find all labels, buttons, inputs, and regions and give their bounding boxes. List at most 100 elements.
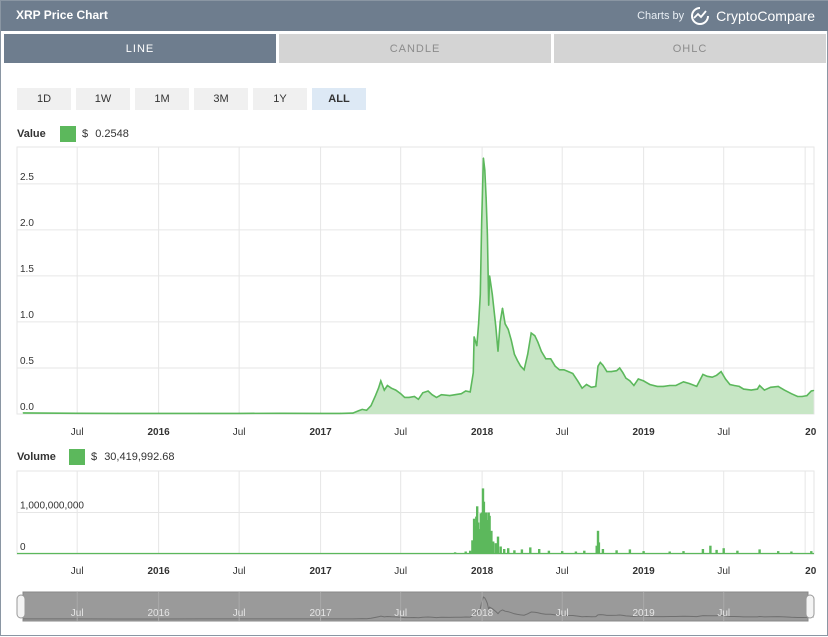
price-data-point — [643, 380, 644, 381]
price-data-point — [484, 169, 485, 170]
price-data-point — [500, 321, 501, 322]
price-data-point — [638, 378, 639, 379]
price-data-point — [505, 323, 506, 324]
price-data-point — [395, 390, 396, 391]
volume-y-tick-label: 1,000,000,000 — [20, 501, 84, 512]
price-y-tick-label: 1.0 — [20, 310, 34, 321]
price-data-point — [619, 367, 620, 368]
price-data-point — [689, 383, 690, 384]
price-data-point — [806, 395, 807, 396]
price-data-point — [404, 397, 405, 398]
price-data-point — [495, 326, 496, 327]
price-data-point — [480, 294, 481, 295]
price-data-point — [461, 393, 462, 394]
volume-x-tick-label: Jul — [233, 566, 246, 577]
price-data-point — [470, 391, 471, 392]
navigator-left-handle[interactable] — [17, 595, 25, 618]
price-data-point — [358, 410, 359, 411]
price-data-point — [712, 377, 713, 378]
price-data-point — [400, 393, 401, 394]
volume-x-tick-label: 2017 — [309, 566, 332, 577]
price-data-point — [629, 380, 630, 381]
price-volume-chart[interactable]: Jul2016Jul2017Jul2018Jul2019Jul200.00.51… — [1, 1, 828, 637]
navigator-tick-label: Jul — [556, 608, 569, 619]
price-y-tick-label: 1.5 — [20, 264, 34, 275]
price-data-point — [422, 392, 423, 393]
volume-bar — [709, 546, 711, 554]
navigator-tick-label: Jul — [717, 608, 730, 619]
price-data-point — [591, 387, 592, 388]
volume-bar — [495, 543, 497, 554]
price-data-point — [657, 386, 658, 387]
price-data-point — [534, 335, 535, 336]
price-data-point — [487, 234, 488, 235]
price-data-point — [725, 378, 726, 379]
price-data-point — [362, 409, 363, 410]
price-data-point — [488, 305, 489, 306]
price-data-point — [550, 358, 551, 359]
price-data-point — [436, 397, 437, 398]
price-data-point — [375, 395, 376, 396]
price-data-point — [606, 371, 607, 372]
price-data-point — [751, 390, 752, 391]
price-data-point — [370, 405, 371, 406]
price-data-point — [527, 354, 528, 355]
price-data-point — [198, 413, 199, 414]
price-data-point — [279, 413, 280, 414]
price-data-point — [663, 386, 664, 387]
price-data-point — [586, 384, 587, 385]
volume-x-tick-label: 2018 — [471, 566, 494, 577]
price-x-tick-label: Jul — [71, 427, 84, 438]
price-data-point — [791, 393, 792, 394]
price-data-point — [707, 376, 708, 377]
price-data-point — [455, 394, 456, 395]
price-data-point — [696, 386, 697, 387]
price-data-point — [418, 399, 419, 400]
price-data-point — [23, 412, 24, 413]
price-data-point — [537, 342, 538, 343]
price-data-point — [784, 390, 785, 391]
price-data-point — [77, 413, 78, 414]
price-data-point — [387, 385, 388, 386]
price-plot-area — [17, 147, 814, 414]
price-y-tick-label: 0.0 — [20, 402, 34, 413]
price-data-point — [582, 388, 583, 389]
price-data-point — [797, 396, 798, 397]
price-data-point — [489, 275, 490, 276]
price-data-point — [320, 413, 321, 414]
price-data-point — [486, 197, 487, 198]
price-data-point — [366, 410, 367, 411]
price-data-point — [649, 384, 650, 385]
range-navigator[interactable] — [17, 592, 814, 621]
price-data-point — [559, 369, 560, 370]
navigator-right-handle[interactable] — [806, 595, 814, 618]
volume-x-tick-label: Jul — [556, 566, 569, 577]
price-data-point — [476, 345, 477, 346]
price-data-point — [597, 366, 598, 367]
price-data-point — [577, 380, 578, 381]
price-data-point — [734, 385, 735, 386]
volume-bar — [492, 542, 494, 555]
volume-x-tick-label: Jul — [394, 566, 407, 577]
price-data-point — [531, 332, 532, 333]
price-data-point — [497, 351, 498, 352]
price-data-point — [572, 373, 573, 374]
price-data-point — [441, 394, 442, 395]
navigator-tick-label: Jul — [394, 608, 407, 619]
price-data-point — [465, 390, 466, 391]
price-data-point — [702, 374, 703, 375]
price-data-point — [541, 351, 542, 352]
volume-bar — [598, 542, 600, 554]
chart-widget: XRP Price Chart Charts by CryptoCompare … — [0, 0, 828, 636]
volume-y-tick-label: 0 — [20, 542, 26, 553]
price-x-tick-label: Jul — [233, 427, 246, 438]
price-data-point — [545, 358, 546, 359]
price-data-point — [568, 371, 569, 372]
price-data-point — [600, 362, 601, 363]
price-data-point — [669, 385, 670, 386]
price-data-point — [595, 386, 596, 387]
navigator-tick-label: 2017 — [309, 608, 332, 619]
navigator-tick-label: 2018 — [471, 608, 494, 619]
price-x-tick-label: Jul — [717, 427, 730, 438]
price-data-point — [428, 390, 429, 391]
